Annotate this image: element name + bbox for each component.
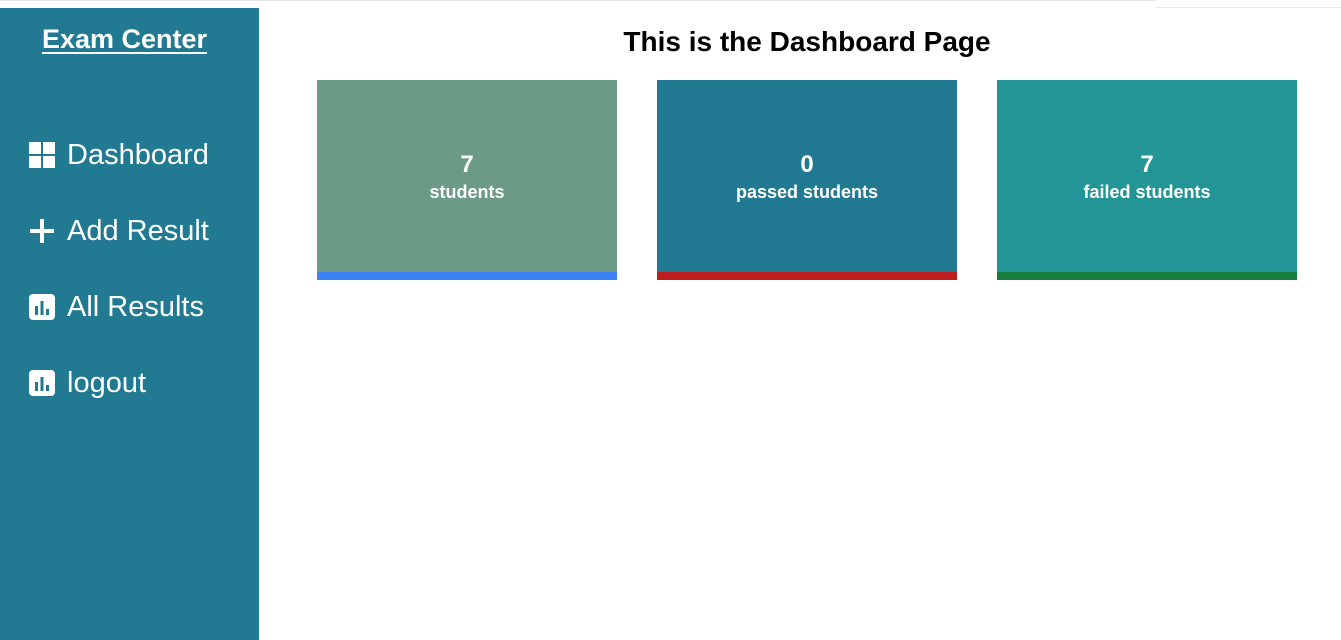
plus-icon bbox=[28, 218, 55, 245]
passed-students-label: passed students bbox=[735, 182, 879, 202]
passed-students-count: 0 bbox=[800, 151, 814, 178]
page-title: This is the Dashboard Page bbox=[623, 26, 991, 57]
sidebar: Exam Center Dashboard Add Result All Res… bbox=[0, 8, 259, 640]
sidebar-nav: Dashboard Add Result All Results logout bbox=[28, 135, 253, 439]
sidebar-item-label: logout bbox=[67, 366, 147, 399]
failed-students-label: failed students bbox=[1083, 182, 1211, 202]
bar-chart-icon bbox=[28, 294, 55, 321]
students-label: students bbox=[429, 182, 505, 202]
sidebar-item-all-results[interactable]: All Results bbox=[28, 287, 253, 327]
card-stripe bbox=[657, 272, 957, 280]
dashboard-grid-icon bbox=[28, 142, 55, 169]
sidebar-item-label: Add Result bbox=[67, 214, 209, 247]
card-stripe bbox=[997, 272, 1297, 280]
bar-chart-icon bbox=[28, 370, 55, 397]
sidebar-item-dashboard[interactable]: Dashboard bbox=[28, 135, 253, 175]
students-card: 7 students bbox=[317, 80, 617, 280]
students-count: 7 bbox=[460, 151, 474, 178]
brand-link[interactable]: Exam Center bbox=[0, 24, 249, 55]
top-border-line bbox=[0, 0, 1156, 1]
sidebar-item-label: All Results bbox=[67, 290, 204, 323]
main-content: This is the Dashboard Page 7 students 0 … bbox=[259, 8, 1341, 640]
passed-students-card: 0 passed students bbox=[657, 80, 957, 280]
failed-students-card: 7 failed students bbox=[997, 80, 1297, 280]
sidebar-item-logout[interactable]: logout bbox=[28, 363, 253, 403]
sidebar-item-label: Dashboard bbox=[67, 138, 209, 171]
card-stripe bbox=[317, 272, 617, 280]
sidebar-item-add-result[interactable]: Add Result bbox=[28, 211, 253, 251]
failed-students-count: 7 bbox=[1140, 151, 1154, 178]
